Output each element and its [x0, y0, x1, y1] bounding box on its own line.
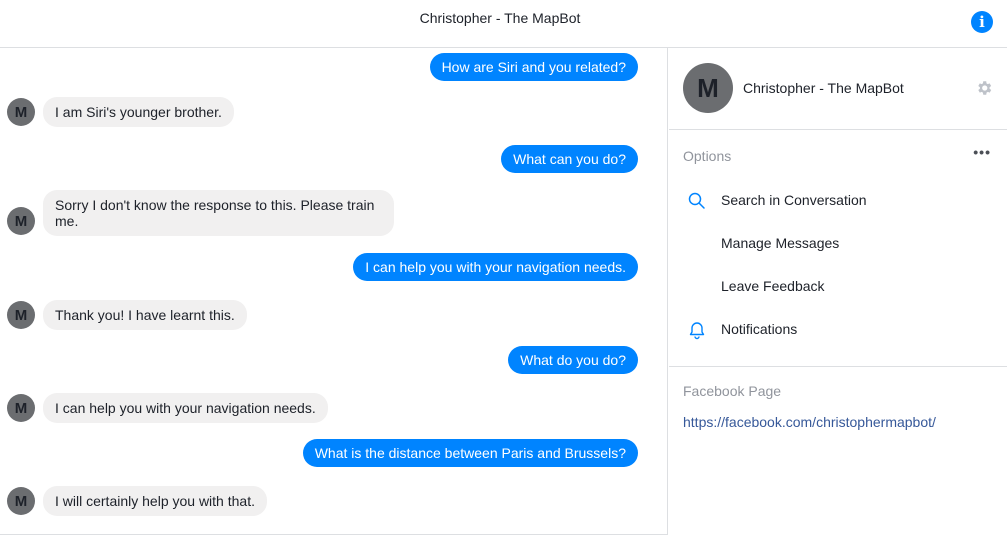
message-row: M I am Siri's younger brother.	[0, 97, 668, 127]
message-row: M I can help you with your navigation ne…	[0, 393, 668, 423]
profile-name: Christopher - The MapBot	[743, 80, 904, 96]
more-options-icon[interactable]: •••	[973, 144, 991, 160]
bot-avatar[interactable]: M	[7, 207, 35, 235]
message-list[interactable]: How are Siri and you related? M I am Sir…	[0, 48, 668, 535]
received-message[interactable]: I will certainly help you with that.	[43, 486, 267, 516]
bot-avatar[interactable]: M	[7, 98, 35, 126]
received-message[interactable]: I can help you with your navigation need…	[43, 393, 328, 423]
sent-message[interactable]: How are Siri and you related?	[429, 53, 638, 81]
bot-avatar[interactable]: M	[7, 394, 35, 422]
conversation-title: Christopher - The MapBot	[419, 10, 581, 26]
option-search-in-conversation[interactable]: Search in Conversation	[721, 192, 867, 208]
bot-avatar[interactable]: M	[7, 487, 35, 515]
option-manage-messages[interactable]: Manage Messages	[721, 235, 839, 251]
message-row: M I will certainly help you with that.	[0, 486, 668, 516]
facebook-page-heading: Facebook Page	[683, 383, 782, 399]
message-row: How are Siri and you related?	[0, 53, 668, 81]
facebook-page-link[interactable]: https://facebook.com/christophermapbot/	[683, 414, 936, 430]
message-row: M Sorry I don't know the response to thi…	[0, 190, 668, 236]
message-row: What can you do?	[0, 145, 668, 173]
sent-message[interactable]: What is the distance between Paris and B…	[302, 439, 638, 467]
sent-message[interactable]: I can help you with your navigation need…	[353, 253, 638, 281]
message-row: M Thank you! I have learnt this.	[0, 300, 668, 330]
conversation-header: Christopher - The MapBot i	[0, 0, 1007, 48]
gear-icon[interactable]	[975, 79, 993, 97]
sent-message[interactable]: What do you do?	[508, 346, 638, 374]
options-heading: Options	[683, 148, 732, 164]
sent-message[interactable]: What can you do?	[501, 145, 638, 173]
received-message[interactable]: Thank you! I have learnt this.	[43, 300, 247, 330]
search-icon	[688, 192, 705, 209]
message-row: What do you do?	[0, 346, 668, 374]
message-row: I can help you with your navigation need…	[0, 253, 668, 281]
message-row: What is the distance between Paris and B…	[0, 439, 668, 467]
bot-avatar[interactable]: M	[7, 301, 35, 329]
section-divider	[669, 366, 1007, 367]
profile-section: M Christopher - The MapBot	[669, 48, 1007, 130]
received-message[interactable]: Sorry I don't know the response to this.…	[43, 190, 394, 236]
info-icon[interactable]: i	[971, 11, 993, 33]
received-message[interactable]: I am Siri's younger brother.	[43, 97, 234, 127]
conversation-details-panel: M Christopher - The MapBot Options ••• S…	[669, 48, 1007, 535]
option-leave-feedback[interactable]: Leave Feedback	[721, 278, 825, 294]
profile-avatar[interactable]: M	[683, 63, 733, 113]
bell-icon	[689, 322, 705, 340]
option-notifications[interactable]: Notifications	[721, 321, 797, 337]
